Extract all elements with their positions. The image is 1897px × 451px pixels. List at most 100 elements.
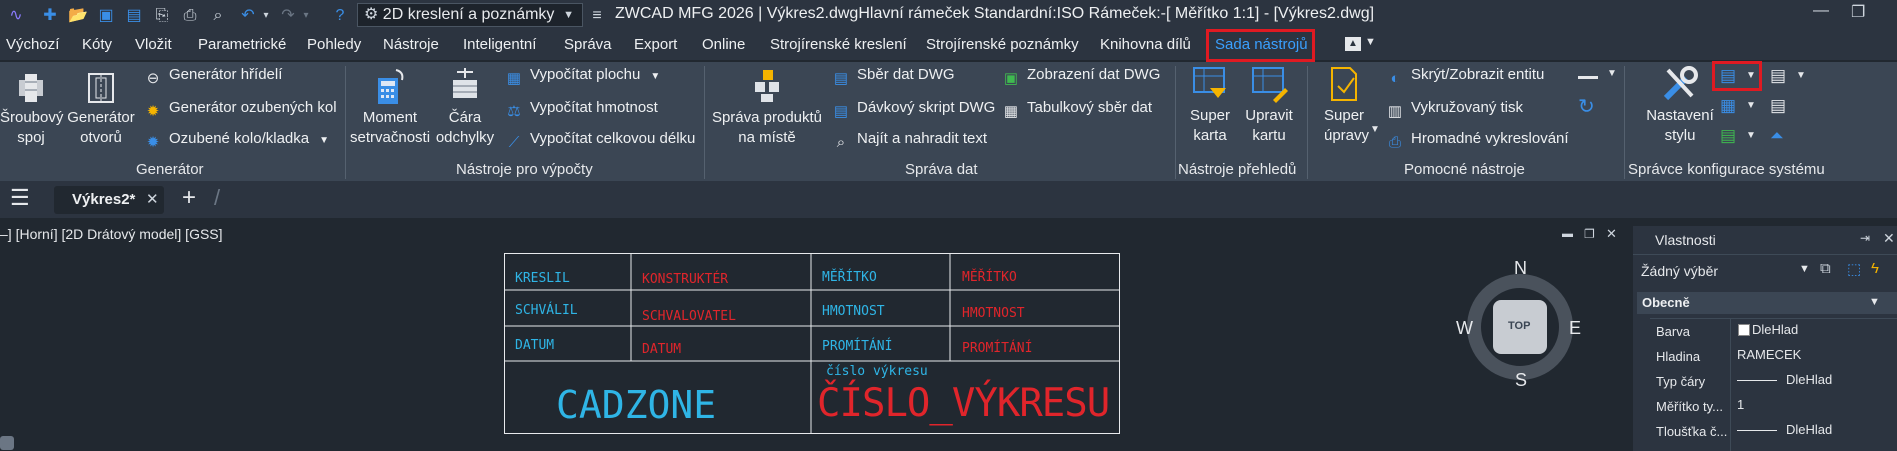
- new-file-icon[interactable]: ✚: [40, 6, 60, 26]
- shaft-generator-button[interactable]: ⊖ Generátor hřídelí: [144, 64, 283, 87]
- super-edit-icon: [1331, 67, 1357, 101]
- batch-plot-button[interactable]: ⎙ Hromadné vykreslování: [1386, 128, 1569, 151]
- chevron-down-icon[interactable]: ▼: [1796, 70, 1806, 81]
- panel-label-overview: Nástroje přehledů: [1178, 161, 1297, 178]
- layer-config-icon[interactable]: ▦: [1720, 96, 1736, 116]
- quick-select-icon[interactable]: ϟ: [1871, 260, 1879, 277]
- tab-parts-library[interactable]: Knihovna dílů: [1100, 36, 1191, 53]
- open-folder-icon[interactable]: 📂: [68, 6, 88, 26]
- tab-toolset[interactable]: Sada nástrojů: [1215, 36, 1308, 53]
- preview-icon[interactable]: ⌕: [208, 6, 228, 26]
- viewport-controls-label[interactable]: –] [Horní] [2D Drátový model] [GSS]: [0, 226, 223, 242]
- tab-parametric[interactable]: Parametrické: [198, 36, 286, 53]
- refresh-icon[interactable]: ↻: [1578, 94, 1595, 119]
- minimize-icon[interactable]: —: [1813, 2, 1829, 20]
- pin-icon[interactable]: ⇥: [1860, 231, 1870, 245]
- selection-dropdown[interactable]: Žádný výběr ▼: [1637, 258, 1810, 284]
- hatch-print-button[interactable]: ▥ Vykružovaný tisk: [1386, 97, 1523, 120]
- prop-value-lineweight[interactable]: DleHlad: [1786, 422, 1832, 437]
- workspace-select[interactable]: ⚙ 2D kreslení a poznámky ▼: [357, 3, 583, 27]
- viewcube-north[interactable]: N: [1514, 258, 1527, 279]
- tab-smart[interactable]: Inteligentní: [463, 36, 536, 53]
- viewport-restore-icon[interactable]: ❐: [1584, 227, 1595, 241]
- line-weight-icon[interactable]: [1578, 76, 1598, 79]
- prop-value-color[interactable]: DleHlad: [1752, 322, 1798, 337]
- tab-online[interactable]: Online: [702, 36, 745, 53]
- calculate-length-button[interactable]: ⟋ Vypočítat celkovou délku: [505, 128, 696, 151]
- chevron-down-icon[interactable]: ▼: [1746, 130, 1756, 141]
- add-tab-icon[interactable]: +: [182, 185, 196, 211]
- prop-value-layer[interactable]: RAMECEK: [1737, 347, 1801, 362]
- redo-icon[interactable]: ↷: [278, 6, 298, 26]
- viewport-close-icon[interactable]: ✕: [1606, 226, 1617, 242]
- select-objects-icon[interactable]: ⬚: [1847, 260, 1861, 278]
- gear-wheel-dropdown[interactable]: ✹ Ozubené kolo/kladka ▼: [144, 128, 329, 151]
- display-dwg-data-button[interactable]: ▣ Zobrazení dat DWG: [1002, 64, 1161, 87]
- chevron-down-icon[interactable]: ▼: [1607, 68, 1617, 79]
- undo-dropdown-icon[interactable]: ▾: [256, 6, 276, 26]
- tab-tools[interactable]: Nástroje: [383, 36, 439, 53]
- tab-mech-annotation[interactable]: Strojírenské poznámky: [926, 36, 1079, 53]
- table-data-button[interactable]: ▦ Tabulkový sběr dat: [1002, 97, 1152, 120]
- save-icon[interactable]: ▣: [96, 6, 116, 26]
- help-icon[interactable]: ?: [330, 6, 350, 26]
- viewcube-west[interactable]: W: [1456, 318, 1473, 339]
- tab-insert[interactable]: Vložit: [135, 36, 172, 53]
- save-as-icon[interactable]: ▤: [124, 6, 144, 26]
- print-icon[interactable]: ⎙: [180, 6, 200, 26]
- restore-icon[interactable]: ❐: [1851, 2, 1865, 22]
- redo-dropdown-icon[interactable]: ▾: [296, 6, 316, 26]
- ribbon-minimize-icon[interactable]: ▲: [1345, 37, 1361, 51]
- super-card-button[interactable]: Super karta: [1180, 64, 1240, 146]
- ribbon-options-icon[interactable]: ▼: [1365, 36, 1376, 48]
- copy-icon[interactable]: ⎘: [152, 6, 172, 26]
- calculate-mass-button[interactable]: ⚖ Vypočítat hmotnost: [505, 97, 658, 120]
- hole-generator-button[interactable]: Generátor otvorů: [66, 70, 136, 148]
- display-label: Zobrazení dat DWG: [1027, 66, 1161, 83]
- tab-manage[interactable]: Správa: [564, 36, 612, 53]
- chevron-down-icon[interactable]: ▼: [1746, 70, 1756, 81]
- visibility-icon: ◐: [1390, 70, 1400, 87]
- find-replace-button[interactable]: ⌕ Najít a nahradit text: [832, 128, 987, 151]
- edit-table-icon[interactable]: ▤: [1720, 66, 1736, 86]
- tab-mech-drawing[interactable]: Strojírenské kreslení: [770, 36, 907, 53]
- customize-toolbar-icon[interactable]: ≡: [587, 6, 607, 26]
- toggle-pickadd-icon[interactable]: ⧉: [1820, 260, 1831, 277]
- app-logo-icon[interactable]: ∿: [6, 6, 26, 26]
- tab-dimensions[interactable]: Kóty: [82, 36, 112, 53]
- collect-label: Sběr dat DWG: [857, 66, 955, 83]
- tab-home[interactable]: Výchozí: [6, 36, 59, 53]
- show-hide-entity-button[interactable]: ◐ Skrýt/Zobrazit entitu: [1386, 64, 1544, 87]
- menu-icon[interactable]: ☰: [10, 186, 30, 210]
- title-block-drawing-number-label: číslo výkresu: [826, 364, 928, 379]
- viewcube-east[interactable]: E: [1569, 318, 1581, 339]
- edit-card-button[interactable]: Upravit kartu: [1240, 64, 1298, 146]
- tab-views[interactable]: Pohledy: [307, 36, 361, 53]
- deviation-line-button[interactable]: Čára odchylky: [432, 66, 498, 148]
- upload-icon[interactable]: ⏶: [1770, 126, 1784, 146]
- viewcube-south[interactable]: S: [1515, 370, 1527, 391]
- super-edit-button[interactable]: Super úpravy: [1312, 64, 1376, 146]
- undo-icon[interactable]: ↶: [238, 6, 258, 26]
- batch-plot-label: Hromadné vykreslování: [1411, 130, 1569, 147]
- close-icon[interactable]: ✕: [146, 190, 159, 208]
- screw-joint-button[interactable]: Šroubový spoj: [0, 70, 63, 148]
- calculate-area-button[interactable]: ▦ Vypočítat plochu ▼: [505, 64, 660, 87]
- moment-of-inertia-button[interactable]: Moment setrvačnosti: [350, 66, 430, 148]
- prop-value-linetype-scale[interactable]: 1: [1737, 397, 1744, 412]
- batch-script-button[interactable]: ▤ Dávkový skript DWG: [832, 97, 995, 120]
- collect-dwg-data-button[interactable]: ▤ Sběr dat DWG: [832, 64, 955, 87]
- prop-value-linetype[interactable]: DleHlad: [1786, 372, 1832, 387]
- chevron-up-icon[interactable]: ▼: [1869, 296, 1880, 308]
- export-config-icon[interactable]: ▤: [1720, 126, 1736, 146]
- chevron-down-icon[interactable]: ▼: [1370, 124, 1380, 135]
- viewport-minimize-icon[interactable]: ▬: [1562, 228, 1573, 240]
- tab-export[interactable]: Export: [634, 36, 677, 53]
- table-settings-icon[interactable]: ▤: [1770, 66, 1786, 86]
- list-config-icon[interactable]: ▤: [1770, 96, 1786, 116]
- style-settings-button[interactable]: Nastavení stylu: [1640, 64, 1720, 146]
- chevron-down-icon[interactable]: ▼: [1746, 100, 1756, 111]
- product-management-button[interactable]: Správa produktů na místě: [708, 66, 826, 148]
- gear-generator-button[interactable]: ✹ Generátor ozubených kol: [144, 97, 337, 120]
- close-icon[interactable]: ✕: [1883, 230, 1895, 247]
